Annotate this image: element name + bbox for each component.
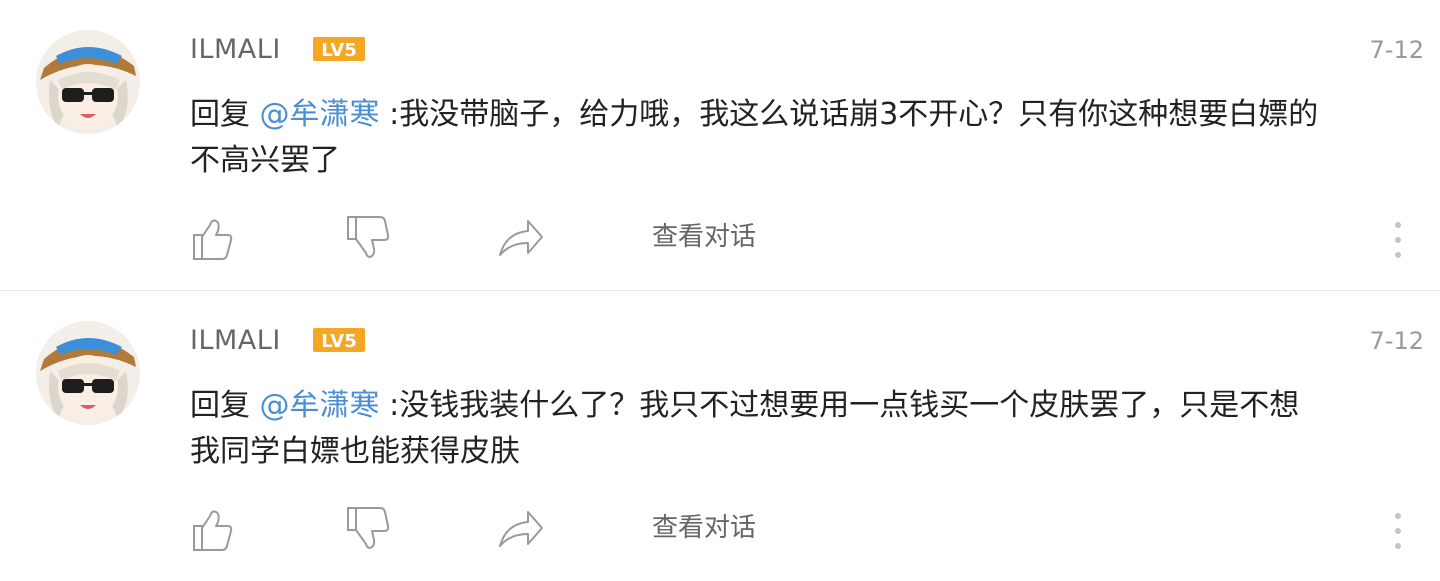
level-badge: LV5 — [313, 328, 365, 352]
username[interactable]: ILMALI — [190, 33, 281, 67]
more-vertical-icon[interactable] — [1392, 511, 1404, 551]
avatar[interactable] — [36, 30, 140, 134]
reply-prefix: 回复 — [190, 97, 260, 132]
comment-item: ILMALI LV5 7-12 回复 @牟潇寒 :没钱我装什么了？我只不过想要用… — [0, 291, 1440, 581]
mention-link[interactable]: @牟潇寒 — [260, 388, 380, 423]
comment-item: ILMALI LV5 7-12 回复 @牟潇寒 :我没带脑子，给力哦，我这么说话… — [0, 0, 1440, 290]
comment-date: 7-12 — [1369, 327, 1424, 355]
reply-prefix: 回复 — [190, 388, 260, 423]
share-arrow-icon[interactable] — [496, 213, 546, 263]
comment-text: 回复 @牟潇寒 :没钱我装什么了？我只不过想要用一点钱买一个皮肤罢了，只是不想我… — [190, 383, 1320, 475]
thumbs-down-icon[interactable] — [344, 504, 392, 554]
share-arrow-icon[interactable] — [496, 504, 546, 554]
more-vertical-icon[interactable] — [1392, 220, 1404, 260]
comment-text: 回复 @牟潇寒 :我没带脑子，给力哦，我这么说话崩3不开心？只有你这种想要白嫖的… — [190, 92, 1320, 184]
view-conversation-link[interactable]: 查看对话 — [652, 220, 756, 270]
username[interactable]: ILMALI — [190, 324, 281, 358]
level-text: LV5 — [321, 40, 356, 61]
level-text: LV5 — [321, 331, 356, 352]
comment-date: 7-12 — [1369, 36, 1424, 64]
thumbs-up-icon[interactable] — [190, 504, 234, 554]
thumbs-up-icon[interactable] — [190, 213, 234, 263]
thumbs-down-icon[interactable] — [344, 213, 392, 263]
mention-link[interactable]: @牟潇寒 — [260, 97, 380, 132]
level-badge: LV5 — [313, 37, 365, 61]
avatar[interactable] — [36, 321, 140, 425]
